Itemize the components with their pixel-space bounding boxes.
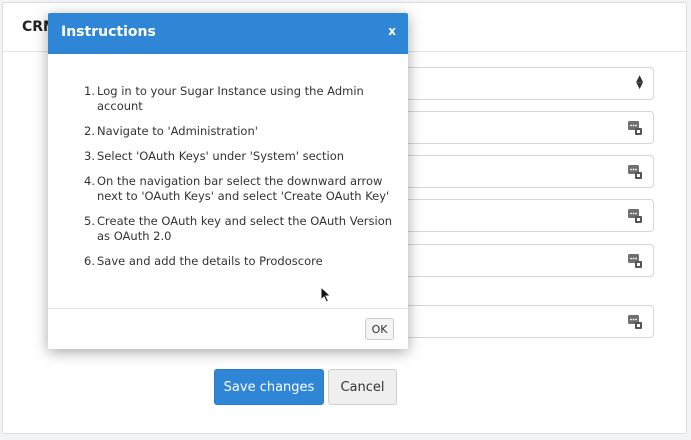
instruction-step: 1. Log in to your Sugar Instance using th… [84,84,402,114]
step-number: 1. [84,84,95,98]
save-changes-button[interactable]: Save changes [214,369,324,405]
instruction-step: 3. Select 'OAuth Keys' under 'System' sec… [84,149,402,164]
instructions-modal: Instructions x 1. Log in to your Sugar In… [48,13,408,349]
modal-title: Instructions [61,24,156,40]
instruction-step: 2. Navigate to 'Administration' [84,124,402,139]
step-number: 4. [84,174,95,188]
key-fill-icon[interactable] [627,120,643,136]
step-text: Save and add the details to Prodoscore [97,254,323,268]
step-text: Select 'OAuth Keys' under 'System' secti… [97,149,345,163]
key-fill-icon[interactable] [627,253,643,269]
instruction-step: 5. Create the OAuth key and select the OA… [84,214,402,244]
step-number: 2. [84,124,95,138]
step-text: Log in to your Sugar Instance using the … [97,84,364,113]
instruction-step: 4. On the navigation bar select the downw… [84,174,402,204]
modal-body: 1. Log in to your Sugar Instance using th… [48,54,408,309]
step-number: 5. [84,214,95,228]
instruction-list: 1. Log in to your Sugar Instance using th… [84,84,402,279]
mouse-pointer-icon [320,286,332,303]
key-fill-icon[interactable] [627,164,643,180]
step-number: 6. [84,254,95,268]
instruction-step: 6. Save and add the details to Prodoscore [84,254,402,269]
step-number: 3. [84,149,95,163]
step-text: Create the OAuth key and select the OAut… [97,214,393,243]
ok-button[interactable]: OK [365,318,394,340]
close-button[interactable]: x [388,24,396,38]
modal-footer: OK [48,309,408,349]
key-fill-icon[interactable] [627,208,643,224]
cancel-button[interactable]: Cancel [328,369,397,405]
step-text: Navigate to 'Administration' [97,124,258,138]
step-text: On the navigation bar select the downwar… [97,174,390,203]
key-fill-icon[interactable] [627,314,643,330]
modal-header: Instructions x [48,13,408,54]
select-arrows-icon: ▲ ▼ [636,74,643,91]
